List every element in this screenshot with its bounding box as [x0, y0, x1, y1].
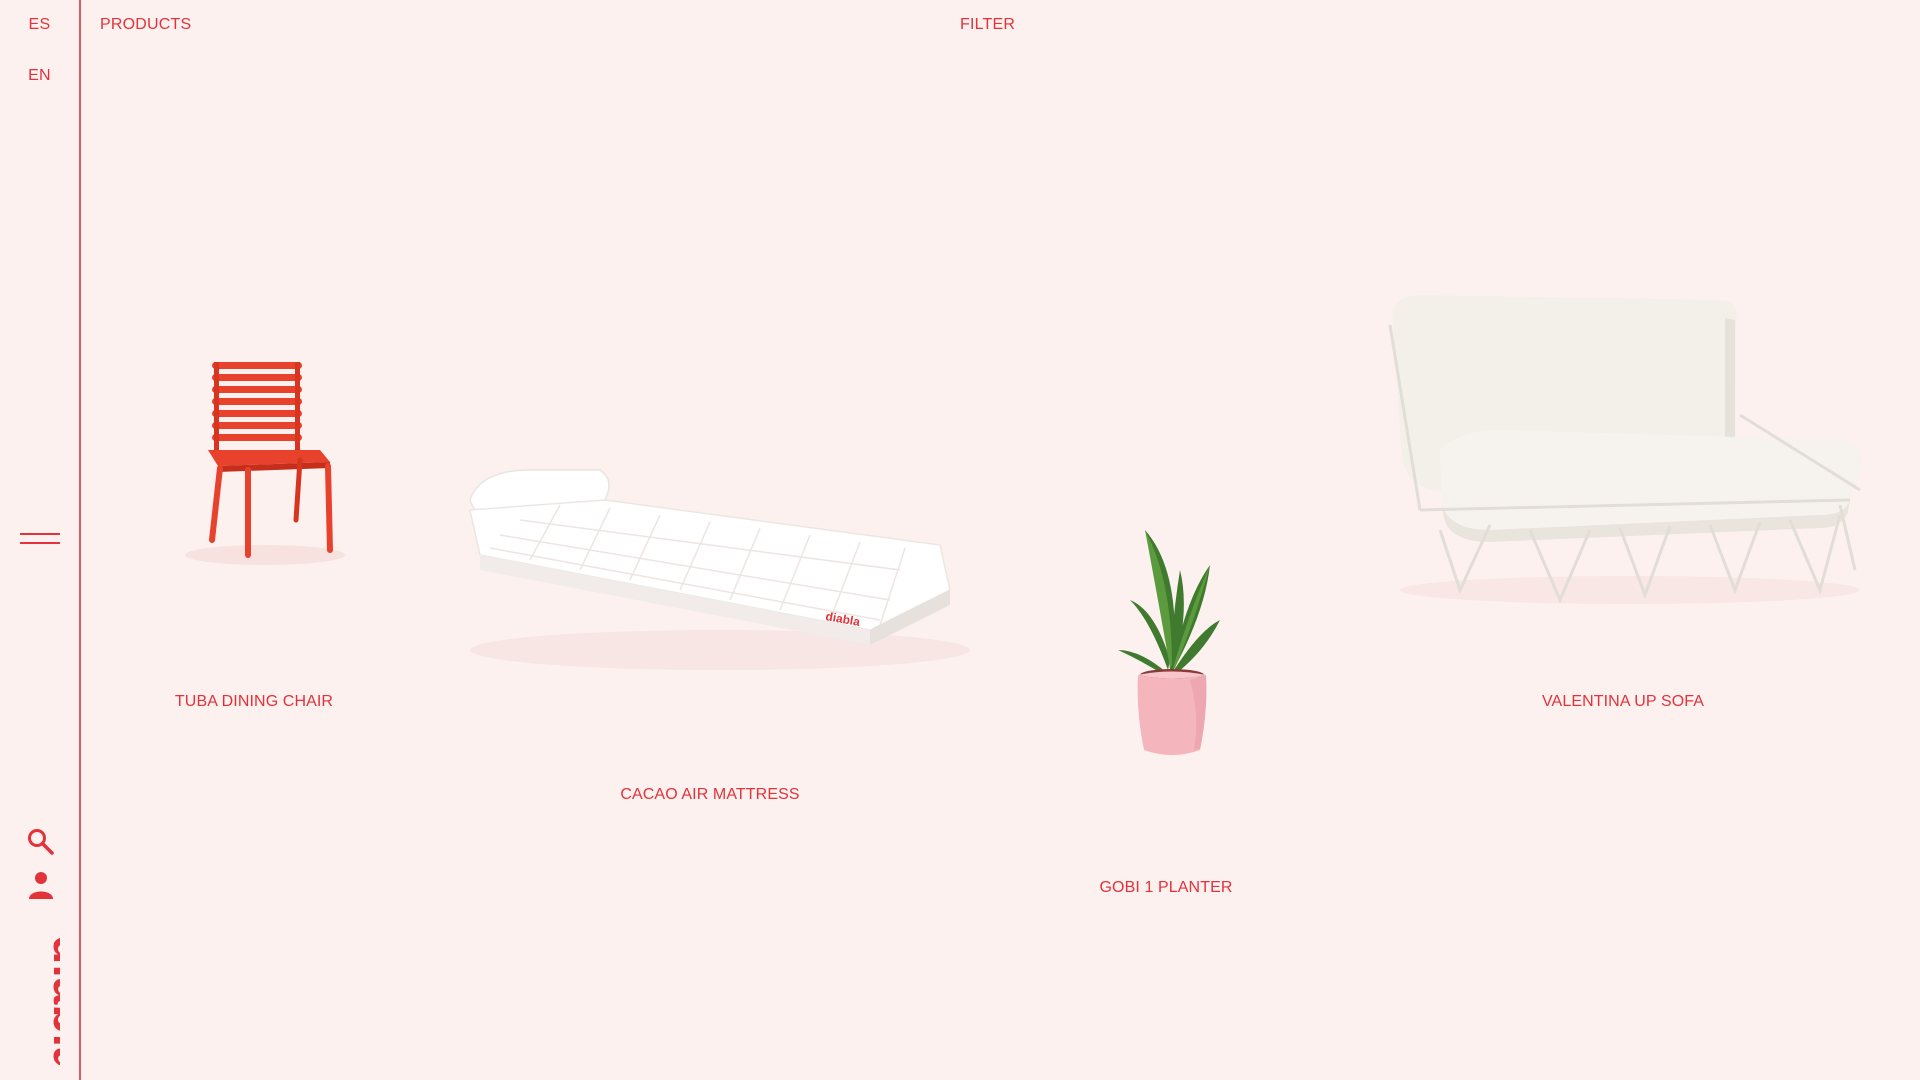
product-card-valentina-up-sofa[interactable]: VALENTINA UP SOFA	[1380, 290, 1880, 720]
filter-button[interactable]: FILTER	[960, 16, 1015, 34]
product-name[interactable]: TUBA DINING CHAIR	[175, 693, 333, 711]
product-card-cacao-air-mattress[interactable]: diabla CACAO AIR MATTRESS	[440, 440, 980, 820]
menu-icon-line-top	[20, 533, 60, 535]
product-name[interactable]: VALENTINA UP SOFA	[1542, 693, 1704, 711]
products-nav-link[interactable]: PRODUCTS	[100, 16, 191, 34]
product-name[interactable]: GOBI 1 PLANTER	[1100, 879, 1233, 897]
brand-logo[interactable]: diabla	[16, 935, 60, 1065]
product-name[interactable]: CACAO AIR MATTRESS	[620, 786, 799, 804]
language-en-link[interactable]: EN	[0, 67, 79, 85]
logo-text: diabla	[43, 935, 60, 1065]
sofa-image	[1388, 295, 1863, 604]
menu-icon[interactable]	[20, 533, 60, 545]
menu-icon-line-bottom	[20, 542, 60, 544]
chair-image	[185, 362, 345, 565]
search-icon[interactable]	[26, 827, 56, 857]
product-card-tuba-dining-chair[interactable]: TUBA DINING CHAIR	[120, 340, 390, 720]
planter-image	[1118, 530, 1220, 755]
sidebar: ES EN diabla	[0, 0, 81, 1080]
mattress-image: diabla	[469, 469, 970, 670]
product-card-gobi-1-planter[interactable]: GOBI 1 PLANTER	[1060, 500, 1270, 910]
user-icon[interactable]	[26, 870, 56, 900]
language-es-link[interactable]: ES	[0, 16, 79, 34]
